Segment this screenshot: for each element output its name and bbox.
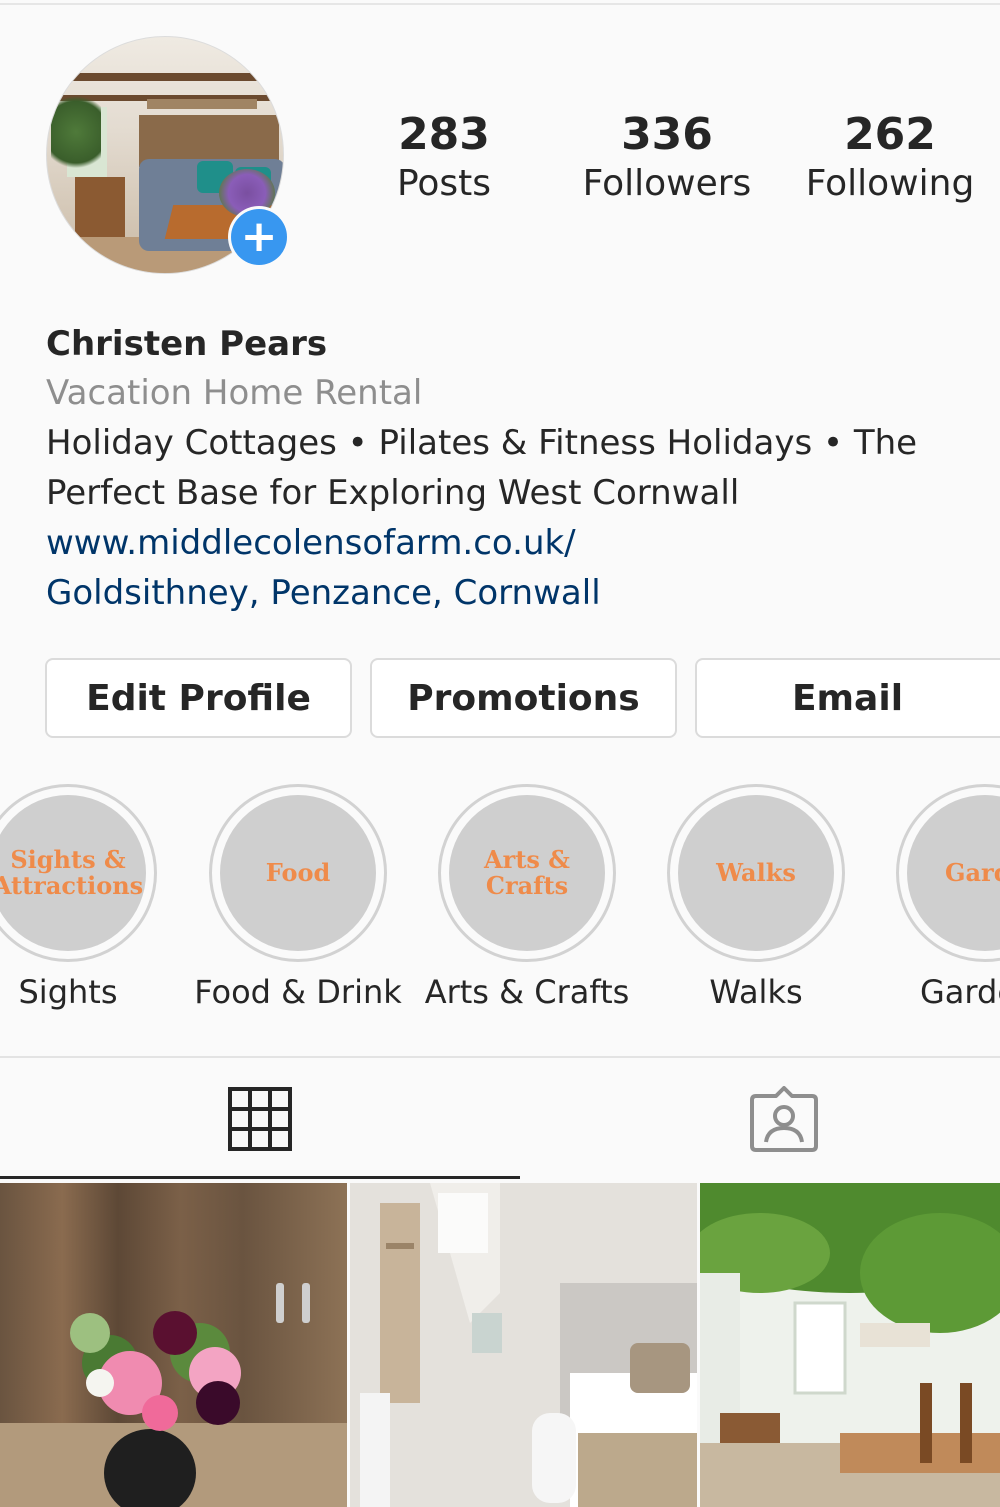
email-button[interactable]: Email: [695, 658, 1000, 738]
highlight-label: Garde: [920, 973, 1000, 1011]
highlight-label: Walks: [709, 973, 803, 1011]
highlight-label: Sights: [18, 973, 118, 1011]
flowers-in-vase-photo: [0, 1283, 347, 1507]
stat-followers-label: Followers: [582, 163, 752, 204]
add-story-button[interactable]: +: [228, 206, 290, 268]
highlight-cover-text: Food: [265, 858, 331, 887]
avatar-chair: [75, 177, 125, 237]
stat-following-count: 262: [844, 109, 936, 160]
avatar-plant: [51, 87, 101, 177]
bio-section: Christen Pears Vacation Home Rental Holi…: [46, 320, 986, 618]
tabs-divider: [0, 1056, 1000, 1058]
highlight-cover-text: Arts &: [484, 845, 570, 874]
highlight-ring: Walks: [667, 784, 845, 962]
highlight-ring: Arts & Crafts: [438, 784, 616, 962]
tab-tagged[interactable]: [534, 1060, 1000, 1178]
highlight-ring: Sights & Attractions: [0, 784, 157, 962]
highlight-cover-text: Walks: [716, 858, 796, 887]
post-bedroom[interactable]: [350, 1183, 697, 1507]
top-divider: [0, 3, 1000, 5]
highlight-ring: Garde: [896, 784, 1000, 962]
highlight-sights[interactable]: Sights & Attractions Sights: [0, 784, 178, 1012]
avatar-shelf: [147, 99, 257, 109]
stat-posts-label: Posts: [396, 163, 492, 204]
plus-icon: +: [231, 209, 287, 265]
stat-followers[interactable]: 336 Followers: [572, 108, 762, 206]
bedroom-photo: [350, 1183, 697, 1507]
profile-category: Vacation Home Rental: [46, 373, 423, 413]
location-link[interactable]: Goldsithney, Penzance, Cornwall: [46, 568, 986, 618]
edit-profile-button[interactable]: Edit Profile: [45, 658, 352, 738]
highlight-cover: Food: [220, 795, 376, 951]
post-greenhouse[interactable]: [700, 1183, 1000, 1507]
stat-following-label: Following: [805, 163, 975, 204]
tagged-person-icon: [750, 1086, 818, 1152]
highlight-arts[interactable]: Arts & Crafts Arts & Crafts: [417, 784, 637, 1012]
active-tab-indicator: [0, 1176, 520, 1179]
bio-line-2: Perfect Base for Exploring West Cornwall: [46, 473, 740, 513]
stat-followers-count: 336: [621, 109, 713, 160]
grid-icon: [228, 1087, 292, 1151]
highlight-cover-text: Sights &: [10, 845, 126, 874]
highlight-cover: Walks: [678, 795, 834, 951]
promotions-button[interactable]: Promotions: [370, 658, 677, 738]
highlight-cover-text: Garde: [945, 858, 1000, 887]
highlight-food[interactable]: Food Food & Drink: [188, 784, 408, 1012]
profile-name: Christen Pears: [46, 324, 328, 364]
highlight-cover: Arts & Crafts: [449, 795, 605, 951]
post-flowers[interactable]: [0, 1183, 347, 1507]
highlight-garden[interactable]: Garde Garde: [875, 784, 1000, 1012]
highlight-cover-text: Crafts: [485, 871, 569, 900]
bio-line-1: Holiday Cottages • Pilates & Fitness Hol…: [46, 423, 918, 463]
highlight-label: Food & Drink: [194, 973, 402, 1011]
highlight-cover: Garde: [907, 795, 1000, 951]
highlight-label: Arts & Crafts: [424, 973, 630, 1011]
avatar-beam: [47, 73, 283, 81]
tab-grid[interactable]: [10, 1060, 510, 1178]
website-link[interactable]: www.middlecolensofarm.co.uk/: [46, 518, 986, 568]
highlight-walks[interactable]: Walks Walks: [646, 784, 866, 1012]
stat-posts[interactable]: 283 Posts: [349, 108, 539, 206]
greenhouse-cafe-photo: [700, 1183, 1000, 1507]
highlight-cover: Sights & Attractions: [0, 795, 146, 951]
stat-following[interactable]: 262 Following: [795, 108, 985, 206]
highlight-cover-text: Attractions: [0, 871, 144, 900]
stat-posts-count: 283: [398, 109, 490, 160]
profile-page: + 283 Posts 336 Followers 262 Following …: [0, 0, 1000, 1507]
highlight-ring: Food: [209, 784, 387, 962]
